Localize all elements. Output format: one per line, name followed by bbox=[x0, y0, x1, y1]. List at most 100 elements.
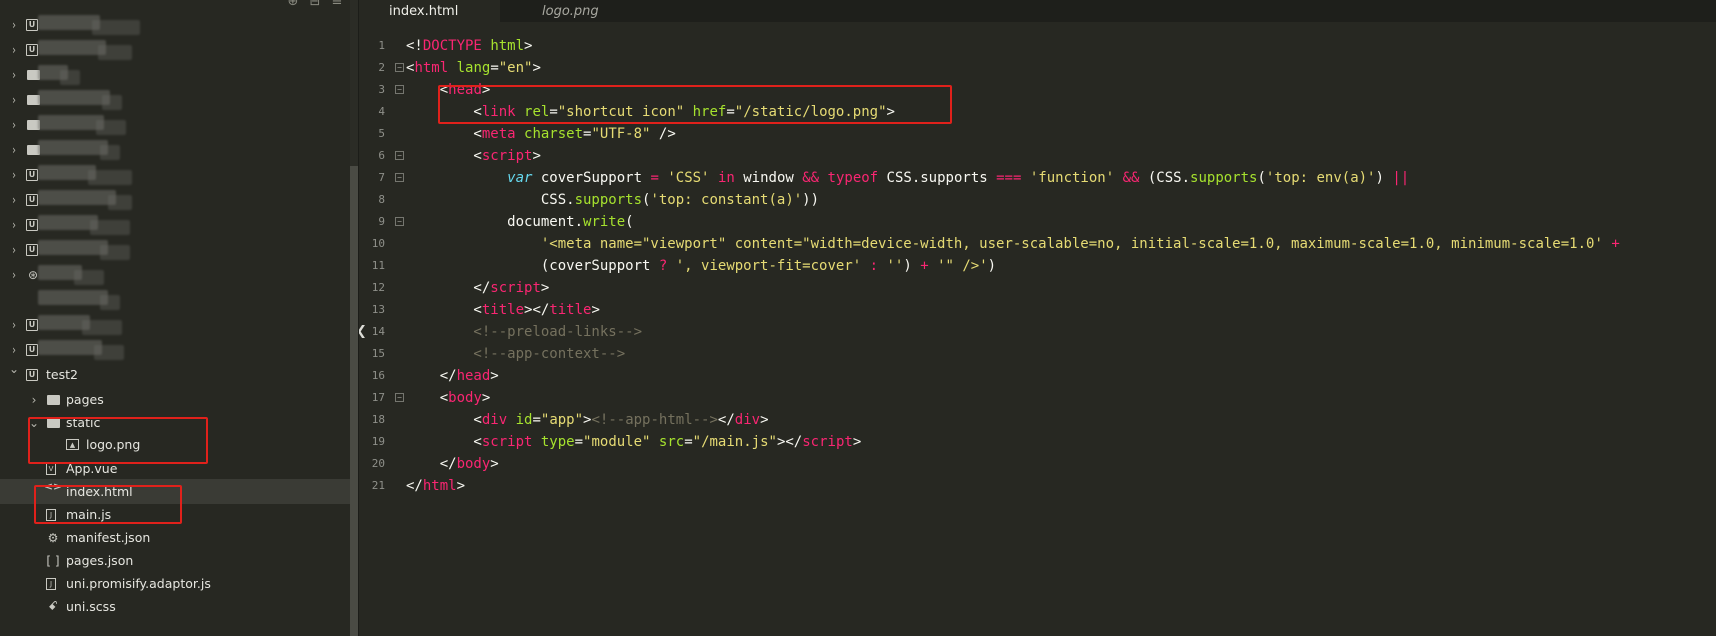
code-line[interactable]: <!DOCTYPE html> bbox=[406, 35, 532, 57]
code-line[interactable]: </head> bbox=[406, 365, 499, 387]
code-line[interactable]: <script> bbox=[406, 145, 540, 167]
code-line[interactable]: (coverSupport ? ', viewport-fit=cover' :… bbox=[406, 255, 996, 277]
chevron-right-icon[interactable]: › bbox=[9, 68, 19, 82]
redacted-name bbox=[88, 170, 132, 185]
chevron-right-icon[interactable]: › bbox=[9, 318, 19, 332]
code-token: "en" bbox=[498, 60, 533, 76]
fold-toggle-icon[interactable]: − bbox=[395, 217, 404, 226]
code-token: && bbox=[802, 170, 820, 186]
code-line[interactable]: <!--preload-links--> bbox=[406, 321, 642, 343]
redacted-project-row[interactable]: › U bbox=[0, 212, 350, 237]
code-line[interactable]: <!--app-context--> bbox=[406, 343, 625, 365]
redacted-name bbox=[60, 70, 80, 85]
code-line[interactable]: CSS.supports('top: constant(a)')) bbox=[406, 189, 819, 211]
code-token: body bbox=[448, 390, 482, 406]
chevron-right-icon[interactable]: › bbox=[9, 168, 19, 182]
tab-index-html[interactable]: index.html bbox=[359, 0, 500, 22]
chevron-right-icon[interactable]: › bbox=[9, 243, 19, 257]
redacted-project-row[interactable]: › U bbox=[0, 162, 350, 187]
redacted-project-row[interactable]: › bbox=[0, 137, 350, 162]
code-token: body bbox=[456, 456, 491, 472]
chevron-right-icon[interactable]: › bbox=[9, 193, 19, 207]
code-token: > bbox=[760, 412, 769, 428]
chevron-right-icon[interactable]: › bbox=[9, 218, 19, 232]
code-token: === bbox=[996, 170, 1022, 186]
js-file-icon: J bbox=[46, 577, 56, 590]
code-line[interactable]: </script> bbox=[406, 277, 549, 299]
redacted-project-row[interactable]: › U bbox=[0, 187, 350, 212]
code-line[interactable]: document.write( bbox=[406, 211, 633, 233]
redacted-project-row[interactable] bbox=[0, 287, 350, 312]
redacted-name bbox=[38, 15, 100, 30]
fold-toggle-icon[interactable]: − bbox=[395, 393, 404, 402]
chevron-right-icon[interactable]: › bbox=[28, 393, 40, 407]
file-tree-item-pages-json[interactable]: [ ] pages.json bbox=[0, 548, 350, 573]
chevron-right-icon[interactable]: › bbox=[9, 43, 19, 57]
code-line[interactable]: <div id="app"><!--app-html--></div> bbox=[406, 409, 769, 431]
redacted-project-row[interactable]: › U bbox=[0, 12, 350, 37]
code-token: || bbox=[1392, 170, 1410, 186]
code-line[interactable]: var coverSupport = 'CSS' in window && ty… bbox=[406, 167, 1409, 189]
code-line[interactable]: <body> bbox=[406, 387, 491, 409]
code-line[interactable]: <title></title> bbox=[406, 299, 599, 321]
file-tree-item-label: uni.promisify.adaptor.js bbox=[66, 576, 211, 591]
redacted-project-row[interactable]: › U bbox=[0, 37, 350, 62]
redacted-name bbox=[38, 240, 108, 255]
code-token: DOCTYPE bbox=[422, 38, 482, 54]
chevron-right-icon[interactable]: › bbox=[9, 118, 19, 132]
code-line[interactable]: </html> bbox=[406, 475, 465, 497]
redacted-project-row[interactable]: › U bbox=[0, 337, 350, 362]
chevron-down-icon[interactable]: ⌄ bbox=[8, 362, 20, 376]
code-line[interactable]: <script type="module" src="/main.js"></s… bbox=[406, 431, 861, 453]
code-line[interactable]: '<meta name="viewport" content="width=de… bbox=[406, 233, 1620, 255]
redacted-name bbox=[38, 190, 116, 205]
chevron-right-icon[interactable]: › bbox=[9, 93, 19, 107]
chevron-right-icon[interactable]: › bbox=[9, 268, 19, 282]
chevron-right-icon[interactable]: › bbox=[9, 143, 19, 157]
code-token: ( bbox=[1257, 170, 1266, 186]
file-tree-item-pages[interactable]: › pages bbox=[0, 387, 350, 412]
chevron-right-icon[interactable]: › bbox=[9, 343, 19, 357]
highlight-box-static-folder bbox=[28, 417, 208, 464]
code-line[interactable]: <meta charset="UTF-8" /> bbox=[406, 123, 675, 145]
menu-icon[interactable]: ≡ bbox=[330, 0, 344, 12]
redacted-project-row[interactable]: › bbox=[0, 112, 350, 137]
redacted-name bbox=[38, 340, 102, 355]
redacted-project-row[interactable]: › ⊛ bbox=[0, 262, 350, 287]
redacted-project-row[interactable]: › U bbox=[0, 237, 350, 262]
collapse-all-icon[interactable]: ⊟ bbox=[308, 0, 322, 12]
fold-toggle-icon[interactable]: − bbox=[395, 151, 404, 160]
chevron-right-icon[interactable]: › bbox=[9, 18, 19, 32]
project-icon: U bbox=[26, 343, 38, 356]
code-token: '' bbox=[886, 258, 904, 274]
line-number: 14 bbox=[371, 325, 385, 338]
file-tree-item-uni-scss[interactable]: ꗃ uni.scss bbox=[0, 594, 350, 619]
fold-toggle-icon[interactable]: − bbox=[395, 85, 404, 94]
file-tree-item-uni-promisify-adaptor-js[interactable]: Juni.promisify.adaptor.js bbox=[0, 571, 350, 596]
redacted-name bbox=[100, 295, 120, 310]
code-token: lang bbox=[456, 60, 491, 76]
project-row-test2[interactable]: ⌄ Utest2 bbox=[0, 362, 350, 387]
tab-logo-png[interactable]: logo.png bbox=[500, 0, 642, 22]
fold-toggle-icon[interactable]: − bbox=[395, 173, 404, 182]
redacted-project-row[interactable]: › bbox=[0, 62, 350, 87]
code-line[interactable]: <html lang="en"> bbox=[406, 57, 541, 79]
code-line[interactable]: </body> bbox=[406, 453, 499, 475]
code-token: script bbox=[490, 280, 541, 296]
file-tree-item-manifest-json[interactable]: ⚙ manifest.json bbox=[0, 525, 350, 550]
redacted-project-row[interactable]: › bbox=[0, 87, 350, 112]
fold-toggle-icon[interactable]: − bbox=[395, 63, 404, 72]
code-token: div bbox=[734, 412, 761, 428]
code-token: (coverSupport bbox=[406, 258, 659, 274]
new-file-icon[interactable]: ⊕ bbox=[286, 0, 300, 12]
project-icon: U bbox=[26, 243, 38, 256]
code-token: typeof bbox=[827, 170, 879, 186]
code-token: ) bbox=[1375, 170, 1393, 186]
code-token: > bbox=[540, 280, 550, 296]
redacted-project-row[interactable]: › U bbox=[0, 312, 350, 337]
